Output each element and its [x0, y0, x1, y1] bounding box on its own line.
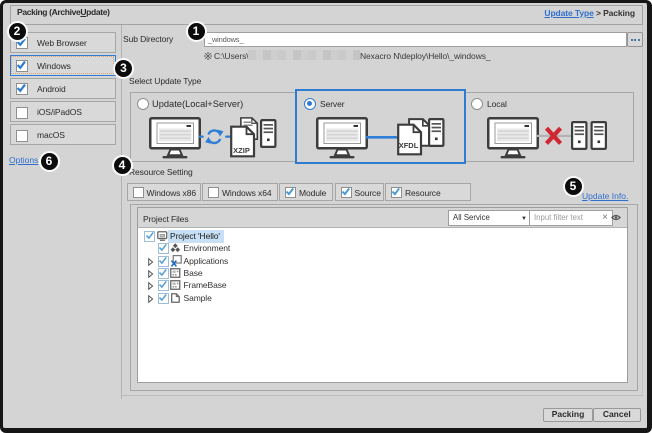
svg-text:XFDL: XFDL: [399, 141, 419, 150]
svg-text:XZIP: XZIP: [233, 146, 250, 155]
